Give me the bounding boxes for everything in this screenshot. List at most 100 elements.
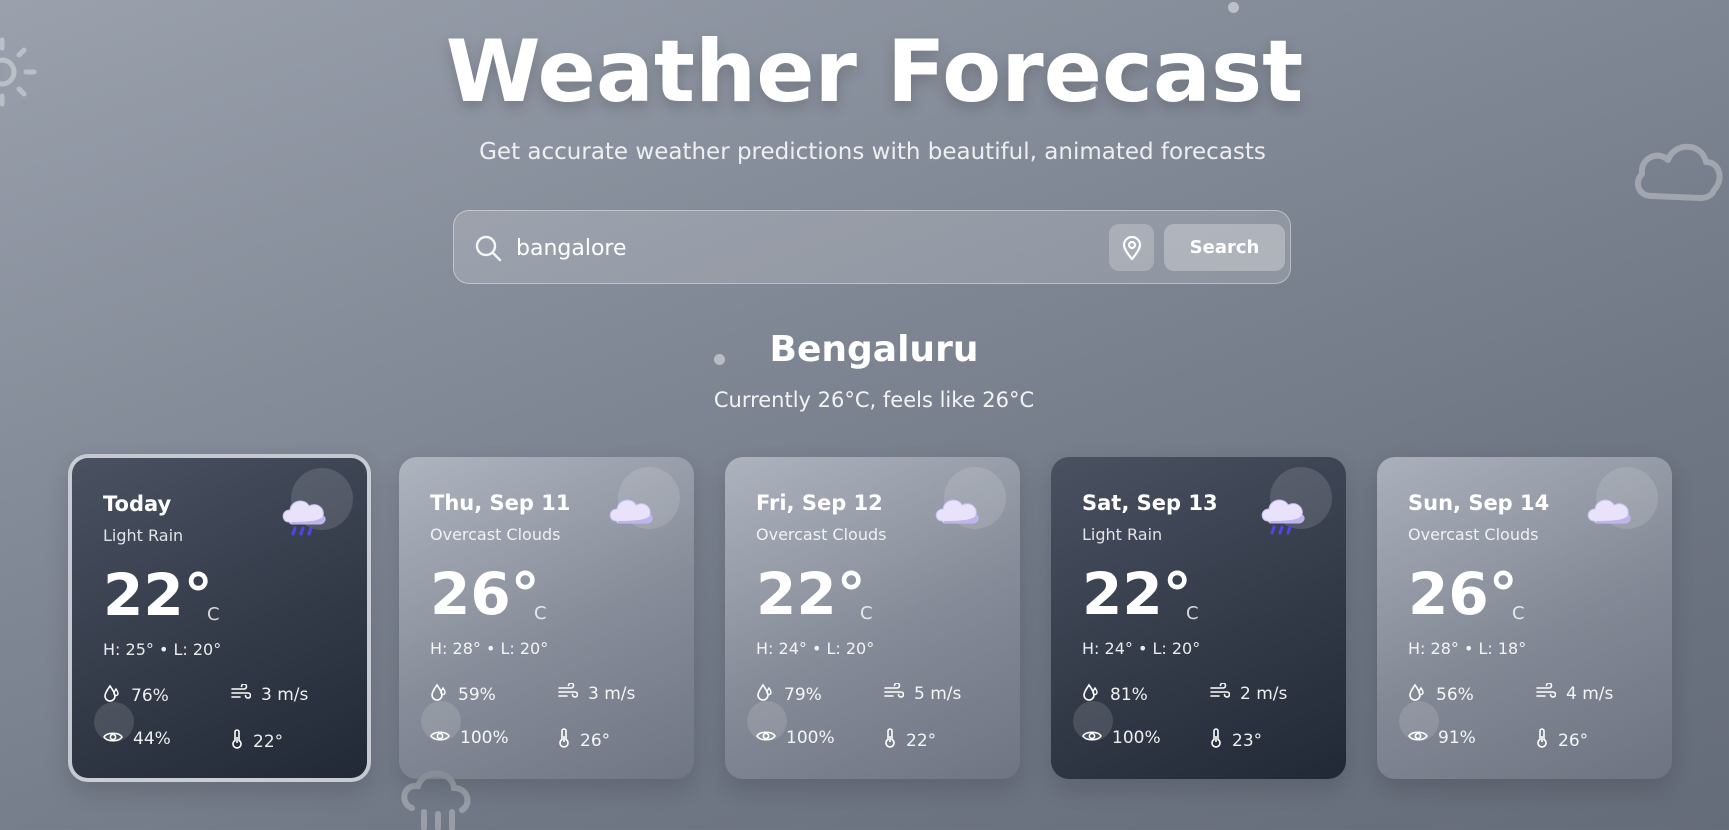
cloud-icon (1584, 491, 1634, 535)
forecast-day: Thu, Sep 11 (430, 491, 571, 515)
cloud-icon (606, 491, 656, 535)
visibility-value: 100% (1112, 728, 1161, 748)
forecast-card[interactable]: Thu, Sep 11 Overcast Clouds 26° C H: 28°… (399, 457, 694, 779)
humidity-value: 81% (1110, 684, 1148, 705)
wind-value: 5 m/s (914, 683, 962, 704)
wind-stat: 3 m/s (231, 683, 309, 705)
search-input[interactable] (514, 225, 1038, 271)
high-low: H: 25° • L: 20° (103, 640, 222, 659)
visibility-stat: 100% (756, 728, 835, 748)
high-low: H: 24° • L: 20° (756, 639, 875, 658)
forecast-temp: 22° (1082, 560, 1192, 628)
humidity-stat: 59% (430, 683, 496, 706)
feels-like-value: 26° (580, 730, 611, 751)
visibility-stat: 91% (1408, 728, 1476, 748)
high-low: H: 28° • L: 20° (430, 639, 549, 658)
thermometer-icon (231, 729, 253, 754)
forecast-day: Today (103, 492, 172, 516)
thermometer-icon (1536, 728, 1558, 753)
humidity-icon (103, 684, 131, 707)
high-low: H: 24° • L: 20° (1082, 639, 1201, 658)
wind-icon (558, 682, 588, 704)
wind-value: 3 m/s (261, 684, 309, 705)
current-conditions: Currently 26°C, feels like 26°C (713, 388, 1035, 412)
humidity-icon (1082, 683, 1110, 706)
humidity-value: 56% (1436, 684, 1474, 705)
temp-unit: C (534, 603, 547, 624)
forecast-condition: Light Rain (103, 526, 184, 545)
visibility-value: 100% (786, 728, 835, 748)
rain-cloud-icon (279, 492, 329, 536)
humidity-stat: 81% (1082, 683, 1148, 706)
city-name: Bengaluru (769, 329, 979, 370)
humidity-value: 59% (458, 684, 496, 705)
eye-icon (103, 729, 133, 749)
forecast-day: Fri, Sep 12 (756, 491, 883, 515)
bg-dot (1228, 2, 1239, 13)
humidity-stat: 79% (756, 683, 822, 706)
eye-icon (1408, 728, 1438, 748)
humidity-stat: 56% (1408, 683, 1474, 706)
visibility-value: 100% (460, 728, 509, 748)
humidity-value: 76% (131, 685, 169, 706)
thermometer-icon (1210, 728, 1232, 753)
temp-unit: C (1186, 603, 1199, 624)
wind-icon (1536, 682, 1566, 704)
temp-unit: C (207, 604, 220, 625)
forecast-condition: Overcast Clouds (756, 525, 887, 544)
search-icon (475, 235, 502, 262)
search-bar: Search (453, 210, 1291, 284)
feels-like-stat: 26° (558, 728, 610, 753)
wind-stat: 4 m/s (1536, 682, 1614, 704)
forecast-day: Sat, Sep 13 (1082, 491, 1218, 515)
forecast-condition: Overcast Clouds (1408, 525, 1539, 544)
thermometer-icon (558, 728, 580, 753)
visibility-stat: 44% (103, 729, 171, 749)
thermometer-icon (884, 728, 906, 753)
feels-like-stat: 23° (1210, 728, 1262, 753)
eye-icon (1082, 728, 1112, 748)
location-button[interactable] (1109, 224, 1154, 271)
wind-icon (884, 682, 914, 704)
forecast-card[interactable]: Sat, Sep 13 Light Rain 22° C H: 24° • L:… (1051, 457, 1346, 779)
humidity-icon (430, 683, 458, 706)
humidity-icon (1408, 683, 1436, 706)
feels-like-stat: 22° (231, 729, 283, 754)
humidity-stat: 76% (103, 684, 169, 707)
forecast-card[interactable]: Today Light Rain 22° C H: 25° • L: 20° 7… (68, 454, 371, 782)
forecast-day: Sun, Sep 14 (1408, 491, 1550, 515)
cloud-icon (932, 491, 982, 535)
page-title: Weather Forecast (445, 22, 1304, 122)
search-button[interactable]: Search (1164, 224, 1285, 271)
wind-stat: 5 m/s (884, 682, 962, 704)
feels-like-value: 22° (906, 730, 937, 751)
eye-icon (756, 728, 786, 748)
forecast-card[interactable]: Sun, Sep 14 Overcast Clouds 26° C H: 28°… (1377, 457, 1672, 779)
forecast-temp: 26° (1408, 560, 1518, 628)
feels-like-value: 23° (1232, 730, 1263, 751)
visibility-value: 91% (1438, 728, 1476, 748)
map-pin-icon (1122, 235, 1141, 260)
forecast-card[interactable]: Fri, Sep 12 Overcast Clouds 22° C H: 24°… (725, 457, 1020, 779)
page-subtitle: Get accurate weather predictions with be… (479, 139, 1266, 165)
wind-value: 2 m/s (1240, 683, 1288, 704)
eye-icon (430, 728, 460, 748)
forecast-temp: 26° (430, 560, 540, 628)
forecast-condition: Overcast Clouds (430, 525, 561, 544)
visibility-stat: 100% (430, 728, 509, 748)
high-low: H: 28° • L: 18° (1408, 639, 1527, 658)
humidity-value: 79% (784, 684, 822, 705)
humidity-icon (756, 683, 784, 706)
feels-like-value: 22° (253, 731, 284, 752)
forecast-temp: 22° (756, 560, 866, 628)
visibility-stat: 100% (1082, 728, 1161, 748)
forecast-condition: Light Rain (1082, 525, 1163, 544)
feels-like-stat: 26° (1536, 728, 1588, 753)
rain-cloud-icon (1258, 491, 1308, 535)
wind-value: 3 m/s (588, 683, 636, 704)
wind-value: 4 m/s (1566, 683, 1614, 704)
feels-like-value: 26° (1558, 730, 1589, 751)
wind-icon (1210, 682, 1240, 704)
wind-stat: 2 m/s (1210, 682, 1288, 704)
wind-icon (231, 683, 261, 705)
